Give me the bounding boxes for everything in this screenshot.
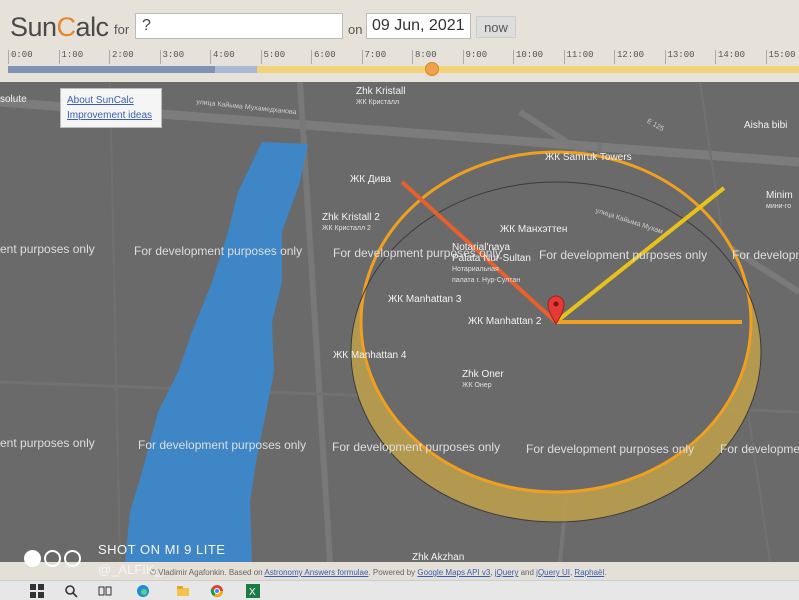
time-tick-label: 4:00: [210, 50, 235, 64]
map-canvas: [0, 82, 799, 562]
jquery-ui-link[interactable]: jQuery UI: [536, 568, 570, 577]
time-track[interactable]: [8, 62, 799, 76]
date-input[interactable]: [366, 13, 471, 39]
dev-watermark: For development purposes only: [134, 244, 303, 258]
place-label[interactable]: Minim мини-го: [766, 190, 793, 212]
camera-dot-icon: [64, 550, 81, 567]
place-label[interactable]: ЖК Manhattan 2: [468, 316, 541, 327]
place-label[interactable]: Zhk Akzhan: [412, 552, 464, 562]
time-tick-label: 10:00: [513, 50, 543, 64]
place-label[interactable]: ЖК Manhattan 4: [333, 350, 406, 361]
place-label[interactable]: solute: [0, 94, 27, 105]
raphael-link[interactable]: Raphaël: [574, 568, 604, 577]
dev-watermark: For development purposes only: [539, 248, 708, 262]
suncalc-logo[interactable]: SunCalc: [10, 12, 109, 43]
time-tick-label: 14:00: [715, 50, 745, 64]
time-tick-label: 7:00: [361, 50, 386, 64]
logo-suffix: alc: [75, 12, 110, 42]
time-slider[interactable]: 0:00 1:00 2:00 3:00 4:00 5:00 6:00 7:00 8:00 9:00…: [8, 50, 799, 76]
jquery-link[interactable]: jQuery: [495, 568, 519, 577]
logo-accent: C: [56, 12, 77, 42]
on-label: on: [348, 22, 363, 37]
suncalc-app: SunCalc for on now 0:00 1:00 2:00 3:00 4:00 5…: [0, 0, 799, 600]
place-label[interactable]: Zhk Oner ЖК Онер: [462, 369, 504, 391]
time-tick-label: 5:00: [260, 50, 285, 64]
place-label[interactable]: ЖК Manhattan 3: [388, 294, 461, 305]
search-icon[interactable]: [64, 584, 78, 598]
edge-browser-icon[interactable]: [136, 584, 150, 598]
time-tick-label: 9:00: [462, 50, 487, 64]
place-label[interactable]: ЖК Дива: [350, 174, 391, 185]
place-label[interactable]: Aisha bibi: [744, 120, 787, 131]
dev-watermark: ent purposes only: [0, 436, 95, 450]
place-label[interactable]: ЖК Samruk Towers: [545, 152, 632, 163]
dev-watermark: For development purposes only: [720, 442, 799, 456]
time-slider-handle[interactable]: [425, 62, 440, 76]
header: SunCalc for on now 0:00 1:00 2:00 3:00 4:00 5…: [0, 0, 799, 82]
dev-watermark: For development: [732, 248, 799, 262]
svg-text:X: X: [249, 587, 256, 598]
windows-start-icon[interactable]: [30, 584, 44, 598]
dev-watermark: For development purposes only: [138, 438, 307, 452]
camera-watermark-title: SHOT ON MI 9 LITE: [98, 542, 226, 557]
for-label: for: [114, 22, 130, 37]
time-tick-label: 1:00: [58, 50, 83, 64]
chrome-browser-icon[interactable]: [210, 584, 224, 598]
dev-watermark: For development purposes only: [526, 442, 695, 456]
place-label[interactable]: Notarial'naya Palata Nur-Sultan Нотариальн…: [452, 242, 531, 286]
time-tick-label: 2:00: [109, 50, 134, 64]
excel-icon[interactable]: X: [246, 584, 260, 598]
windows-taskbar: X: [0, 580, 799, 600]
improvement-ideas-link[interactable]: Improvement ideas: [67, 108, 155, 123]
task-view-icon[interactable]: [98, 584, 112, 598]
astronomy-answers-link[interactable]: Astronomy Answers formulae: [264, 568, 368, 577]
info-links-box: About SunCalc Improvement ideas: [60, 88, 162, 128]
time-tick-label: 3:00: [159, 50, 184, 64]
place-label[interactable]: Zhk Kristall ЖК Кристалл: [356, 86, 405, 108]
time-tick-label: 13:00: [664, 50, 695, 64]
dev-watermark: ent purposes only: [0, 242, 95, 256]
google-maps-link[interactable]: Google Maps API v3: [417, 568, 490, 577]
now-button[interactable]: now: [476, 16, 516, 38]
location-search-input[interactable]: [135, 13, 343, 39]
time-tick-label: 6:00: [311, 50, 336, 64]
time-tick-label: 12:00: [614, 50, 644, 64]
night-segment: [8, 66, 215, 73]
time-tick-label: 0:00: [8, 50, 33, 64]
file-explorer-icon[interactable]: [176, 584, 190, 598]
map-view[interactable]: For development purposes only For develo…: [0, 82, 799, 562]
camera-dot-icon: [24, 550, 41, 567]
dev-watermark: For development purposes only: [332, 440, 501, 454]
place-label[interactable]: Zhk Kristall 2 ЖК Кристалл 2: [322, 212, 380, 234]
logo-prefix: Sun: [10, 12, 57, 42]
about-suncalc-link[interactable]: About SunCalc: [67, 93, 155, 108]
twilight-segment: [215, 66, 257, 73]
time-tick-label: 11:00: [563, 50, 594, 64]
place-label[interactable]: ЖК Манхэттен: [500, 224, 567, 235]
time-tick-label: 15:00: [765, 50, 796, 64]
camera-watermark-handle: @_ALFIK_: [98, 562, 162, 577]
camera-dot-icon: [44, 550, 61, 567]
